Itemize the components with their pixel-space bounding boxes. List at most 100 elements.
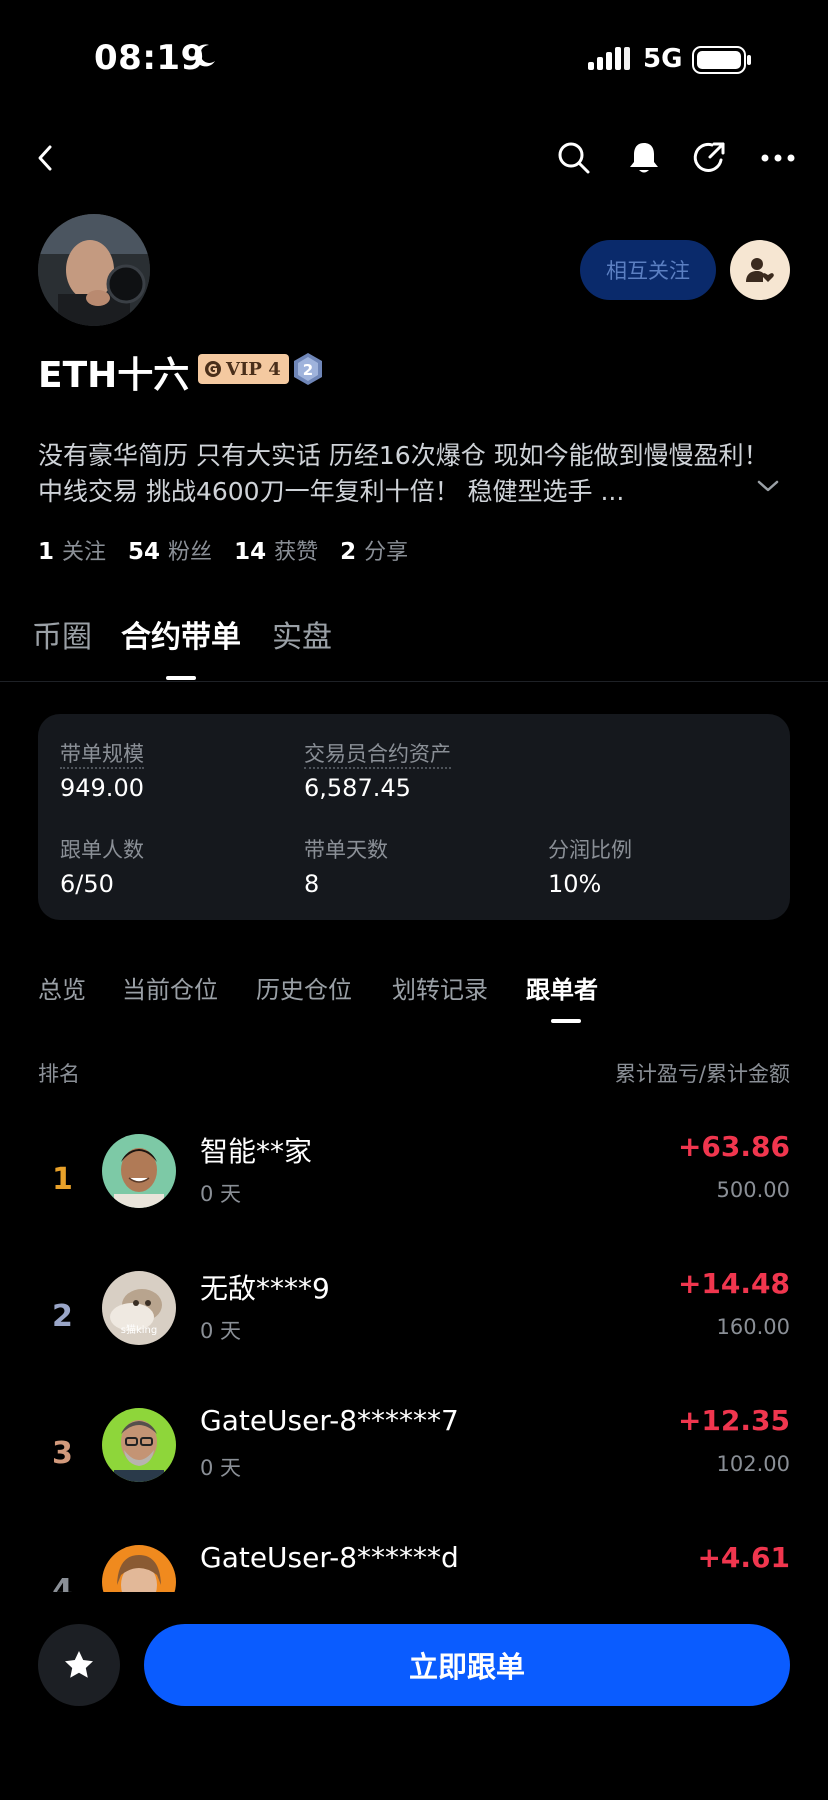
share-button[interactable] [688, 136, 732, 180]
follower-avatar: s猫king [102, 1271, 176, 1345]
vip-badge: VIP 4 [198, 354, 289, 384]
star-icon [65, 1651, 93, 1678]
subtab-history-positions[interactable]: 历史仓位 [256, 970, 352, 1005]
avatar-photo [102, 1408, 176, 1482]
signal-icon [588, 47, 630, 70]
stat-number: 2 [340, 539, 357, 565]
subtab-current-positions[interactable]: 当前仓位 [122, 970, 218, 1005]
tab-coin-circle[interactable]: 币圈 [32, 612, 92, 656]
favorite-button[interactable] [38, 1624, 120, 1706]
avatar-photo: s猫king [102, 1271, 176, 1345]
profile-stats: 1 关注 54 粉丝 14 获赞 2 分享 [38, 534, 408, 566]
battery-icon [692, 46, 751, 74]
stat-number: 1 [38, 539, 55, 565]
stat-following[interactable]: 1 关注 [38, 534, 106, 566]
profit-share-cell: 分润比例 10% [548, 834, 632, 898]
follower-pnl: +12.35 [677, 1404, 790, 1437]
profile-avatar[interactable] [38, 214, 150, 326]
user-heart-icon [746, 258, 774, 282]
back-icon [38, 145, 52, 171]
follower-pnl: +4.61 [697, 1541, 790, 1574]
rank-number: 3 [52, 1436, 73, 1471]
scale-cell: 带单规模 949.00 [60, 738, 144, 802]
days-label: 带单天数 [304, 838, 388, 862]
more-icon [761, 154, 795, 162]
main-tabs: 币圈 合约带单 实盘 [0, 612, 828, 682]
followers-cell: 跟单人数 6/50 [60, 834, 144, 898]
scale-label[interactable]: 带单规模 [60, 742, 144, 769]
follower-days: 0 天 [200, 1319, 242, 1343]
copy-trade-button[interactable]: 立即跟单 [144, 1624, 790, 1706]
moon-icon [194, 44, 215, 67]
back-button[interactable] [24, 136, 68, 180]
pnl-amount-header: 累计盈亏/累计金额 [614, 1062, 790, 1086]
follower-days: 0 天 [200, 1456, 242, 1480]
follower-name: 无敌****9 [200, 1272, 330, 1305]
user-heart-button[interactable] [730, 240, 790, 300]
notification-button[interactable] [622, 136, 666, 180]
assets-value: 6,587.45 [304, 774, 411, 802]
scale-value: 949.00 [60, 774, 144, 802]
stat-likes[interactable]: 14 获赞 [234, 534, 318, 566]
bio-expand-button[interactable] [756, 478, 780, 497]
follower-amount: 160.00 [716, 1315, 790, 1339]
follower-name: GateUser-8******d [200, 1541, 459, 1574]
days-cell: 带单天数 8 [304, 834, 388, 898]
days-value: 8 [304, 870, 320, 898]
follower-row[interactable]: 2 s猫king 无敌****9 0 天 +14.48 160.00 [0, 1263, 828, 1383]
stat-number: 54 [128, 539, 161, 565]
follower-name: 智能**家 [200, 1135, 313, 1168]
mutual-follow-button[interactable]: 相互关注 [580, 240, 716, 300]
subtab-followers[interactable]: 跟单者 [526, 970, 598, 1005]
username: ETH十六 [38, 355, 190, 396]
profit-share-label: 分润比例 [548, 838, 632, 862]
rank-header: 排名 [38, 1062, 80, 1086]
tab-real-account[interactable]: 实盘 [272, 612, 332, 656]
level-badge-text: 2 [303, 361, 313, 379]
chevron-down-icon [757, 480, 779, 492]
follower-days: 0 天 [200, 1182, 242, 1206]
stat-number: 14 [234, 539, 267, 565]
tab-active-indicator [166, 676, 196, 680]
follower-avatar [102, 1134, 176, 1208]
avatar-photo [38, 214, 150, 326]
followers-label: 跟单人数 [60, 838, 144, 862]
stat-label: 获赞 [274, 540, 319, 565]
search-icon [558, 142, 590, 174]
follower-amount: 102.00 [716, 1452, 790, 1476]
profile-bio: 没有豪华简历 只有大实话 历经16次爆仓 现如今能做到慢慢盈利！ 中线交易 挑战… [38, 441, 769, 506]
vip-label: VIP 4 [226, 358, 281, 380]
follower-row[interactable]: 1 智能**家 0 天 +63.86 500.00 [0, 1126, 828, 1246]
more-button[interactable] [756, 136, 800, 180]
search-button[interactable] [552, 136, 596, 180]
status-time: 08:19 [94, 38, 205, 78]
rank-number: 2 [52, 1299, 73, 1334]
stat-label: 分享 [364, 540, 409, 565]
follower-pnl: +63.86 [677, 1130, 790, 1163]
subtab-transfer-records[interactable]: 划转记录 [392, 970, 488, 1005]
subtab-overview[interactable]: 总览 [38, 970, 86, 1005]
avatar-caption: s猫king [121, 1323, 157, 1336]
assets-label[interactable]: 交易员合约资产 [304, 742, 451, 769]
profit-share-value: 10% [548, 870, 602, 898]
follower-pnl: +14.48 [677, 1267, 790, 1300]
stat-shares[interactable]: 2 分享 [340, 534, 408, 566]
subtab-active-indicator [551, 1019, 581, 1023]
network-label: 5G [643, 44, 683, 74]
rank-number: 1 [52, 1162, 73, 1197]
follower-amount: 500.00 [716, 1178, 790, 1202]
tab-contract-copy[interactable]: 合约带单 [121, 612, 241, 656]
bell-icon [630, 143, 658, 173]
summary-card: 带单规模 949.00 交易员合约资产 6,587.45 跟单人数 6/50 带… [38, 714, 790, 920]
level-badge-icon: 2 [294, 353, 322, 385]
followers-value: 6/50 [60, 870, 114, 898]
follower-avatar [102, 1408, 176, 1482]
stat-label: 粉丝 [168, 540, 213, 565]
stat-fans[interactable]: 54 粉丝 [128, 534, 212, 566]
follower-row[interactable]: 3 GateUser-8******7 0 天 +12.35 102.00 [0, 1400, 828, 1520]
vip-logo-icon [205, 361, 221, 377]
avatar-photo [102, 1134, 176, 1208]
assets-cell: 交易员合约资产 6,587.45 [304, 738, 451, 802]
share-icon [693, 142, 725, 172]
follower-name: GateUser-8******7 [200, 1404, 459, 1437]
